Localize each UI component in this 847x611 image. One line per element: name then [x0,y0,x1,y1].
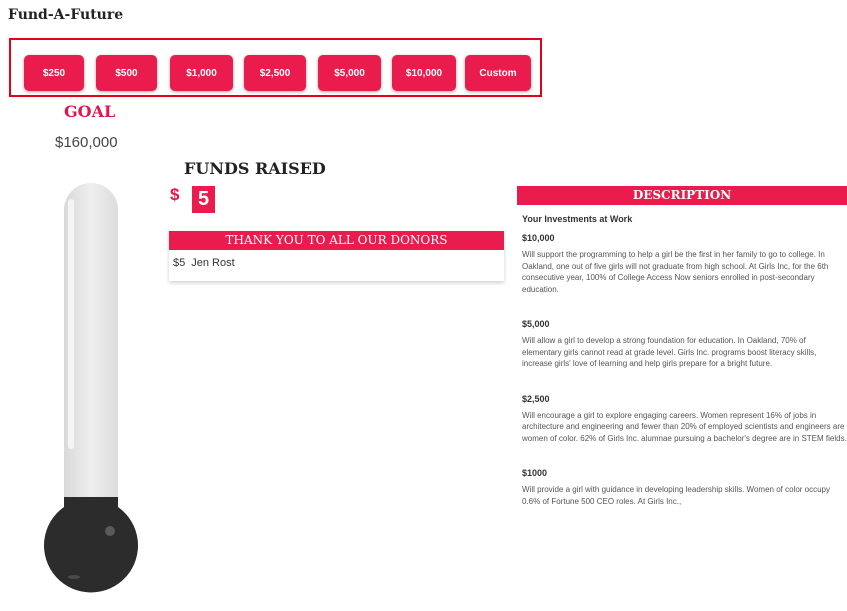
page-title: Fund-A-Future [8,7,124,23]
amount-button-250[interactable]: $250 [24,55,84,91]
tier-text: Will provide a girl with guidance in dev… [522,485,831,506]
amount-button-10000[interactable]: $10,000 [392,55,456,91]
tier-amount: $2,500 [522,393,550,404]
donors-header: THANK YOU TO ALL OUR DONORS [169,231,504,250]
amount-button-500[interactable]: $500 [96,55,157,91]
funds-raised-currency: $ [170,185,180,204]
funds-raised-value: 5 [192,186,215,213]
donor-row: $5 Jen Rost [169,250,504,269]
thermometer-bulb-glint [68,575,80,579]
goal-label: GOAL [64,102,116,121]
donor-amount: $5 [173,257,186,269]
thermometer-bulb [43,497,138,593]
description-subtitle: Your Investments at Work [522,214,633,224]
tier-1000: $1000 Will provide a girl with guidance … [522,468,847,507]
tier-amount: $10,000 [522,233,555,243]
amount-button-2500[interactable]: $2,500 [244,55,306,91]
donor-name: Jen Rost [191,257,235,269]
amount-button-custom[interactable]: Custom [465,55,531,91]
description-header: DESCRIPTION [517,186,847,205]
tier-amount: $1000 [522,468,548,478]
thermometer-bulb-shine [105,526,115,536]
donors-panel: THANK YOU TO ALL OUR DONORS $5 Jen Rost [169,231,504,281]
goal-amount: $160,000 [55,134,118,151]
tier-10000: $10,000 Will support the programming to … [522,233,847,295]
tier-amount: $5,000 [522,319,550,329]
donation-amount-selector: $250 $500 $1,000 $2,500 $5,000 $10,000 C… [9,38,542,97]
description-panel: DESCRIPTION Your Investments at Work $10… [517,186,847,507]
thermometer-shine [68,199,74,449]
tier-2500: $2,500 Will encourage a girl to explore … [522,394,847,445]
tier-5000: $5,000 Will allow a girl to develop a st… [522,319,847,370]
funds-raised-title: FUNDS RAISED [184,159,326,178]
amount-button-5000[interactable]: $5,000 [318,55,381,91]
amount-button-1000[interactable]: $1,000 [170,55,233,91]
tier-text: Will support the programming to help a g… [522,250,829,294]
tier-text: Will encourage a girl to explore engagin… [522,410,847,443]
thermometer-gauge [43,183,138,593]
tier-text: Will allow a girl to develop a strong fo… [522,336,817,368]
